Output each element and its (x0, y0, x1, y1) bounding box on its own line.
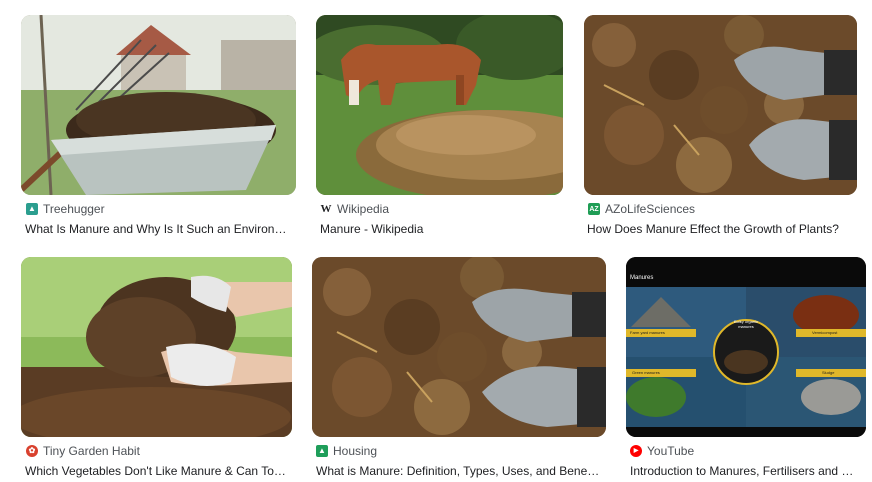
tiny-garden-habit-icon: ✿ (26, 445, 38, 457)
result-title[interactable]: What is Manure: Definition, Types, Uses,… (316, 464, 604, 478)
result-source: Treehugger (43, 202, 105, 216)
youtube-icon: ▶ (630, 445, 642, 457)
treehugger-icon: ▲ (26, 203, 38, 215)
manures-video-thumbnail[interactable]: Manures Bulky organic manures Farm yard … (626, 257, 866, 437)
result-source: Wikipedia (337, 202, 390, 216)
gloved-hands-manure-image[interactable] (312, 257, 606, 437)
wikipedia-icon: W (320, 202, 332, 215)
thumb-label: Green manures (632, 370, 660, 375)
wheelbarrow-manure-image[interactable] (21, 15, 296, 195)
azolifesciences-icon: AZ (588, 203, 600, 215)
result-source: Housing (333, 444, 378, 458)
hands-holding-manure-image[interactable] (21, 257, 292, 437)
result-title[interactable]: Manure - Wikipedia (320, 222, 560, 236)
thumb-label: Sludge (822, 370, 835, 375)
thumb-label: Vermicompost (812, 330, 838, 335)
result-title[interactable]: Introduction to Manures, Fertilisers and… (630, 464, 865, 478)
thumb-label: Farm yard manures (630, 330, 665, 335)
result-source: YouTube (647, 444, 695, 458)
gloved-hands-manure-image[interactable] (584, 15, 857, 195)
result-title[interactable]: How Does Manure Effect the Growth of Pla… (587, 222, 857, 236)
horse-manure-pile-image[interactable] (316, 15, 563, 195)
thumb-heading: Manures (630, 275, 654, 281)
result-source: AZoLifeSciences (605, 202, 696, 216)
result-title[interactable]: What Is Manure and Why Is It Such an Env… (25, 222, 291, 236)
thumb-center-label: Bulky organic manures (733, 319, 758, 329)
housing-icon: ▲ (316, 445, 328, 457)
result-title[interactable]: Which Vegetables Don't Like Manure & Can… (25, 464, 291, 478)
result-source: Tiny Garden Habit (43, 444, 140, 458)
